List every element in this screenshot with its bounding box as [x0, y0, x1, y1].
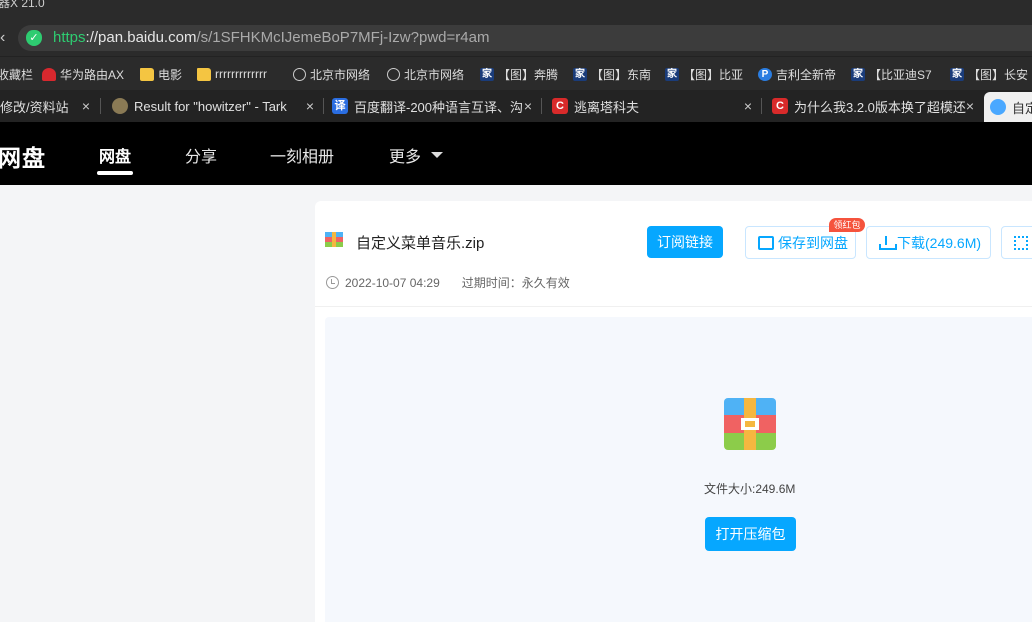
red-packet-badge: 领红包	[829, 218, 865, 232]
tab-separator	[761, 98, 762, 114]
bookmark-item-car-1[interactable]: 家【图】奔腾	[480, 65, 560, 83]
tab-close-icon[interactable]: ×	[306, 98, 314, 114]
translate-icon: 译	[332, 98, 348, 114]
download-button[interactable]: 下载(249.6M)	[866, 226, 991, 259]
home-icon: 家	[573, 67, 587, 81]
tab-baidu-translate[interactable]: 译 百度翻译-200种语言互译、沟 ×	[326, 90, 538, 122]
qr-code-button[interactable]	[1001, 226, 1032, 259]
home-icon: 家	[950, 67, 964, 81]
tab-modify-site[interactable]: 修改/资料站 ×	[0, 90, 96, 122]
subscribe-link-button[interactable]: 订阅链接	[647, 226, 723, 258]
file-name: 自定义菜单音乐.zip	[356, 235, 485, 252]
file-date: 2022-10-07 04:29	[345, 275, 440, 290]
baidu-pan-icon	[990, 99, 1006, 115]
url-field[interactable]: ✓ https://pan.baidu.com/s/1SFHKMcIJemeBo…	[18, 25, 1032, 51]
tab-strip: 修改/资料站 × Result for "howitzer" - Tark × …	[0, 90, 1032, 122]
window-title: 器X 21.0	[0, 0, 45, 10]
c-logo-icon: C	[552, 98, 568, 114]
clock-icon	[326, 276, 339, 289]
address-bar-row: ‹ ✓ https://pan.baidu.com/s/1SFHKMcIJeme…	[0, 20, 1032, 56]
nav-tab-more[interactable]: 更多	[389, 143, 421, 167]
globe-icon	[387, 67, 400, 81]
bookmark-item-folder-r[interactable]: rrrrrrrrrrrrr	[197, 65, 285, 83]
divider	[315, 306, 1032, 307]
tab-active-pan[interactable]: 自定	[984, 92, 1032, 122]
site-header: 网盘 网盘 分享 一刻相册 更多	[0, 122, 1032, 185]
secure-shield-icon[interactable]: ✓	[26, 30, 42, 46]
url-text: https://pan.baidu.com/s/1SFHKMcIJemeBoP7…	[53, 29, 490, 46]
tab-separator	[323, 98, 324, 114]
tab-close-icon[interactable]: ×	[82, 98, 90, 114]
bookmarks-bar: 收藏栏 华为路由AX 电影 rrrrrrrrrrrrr 北京市网络 北京市网络 …	[0, 56, 1032, 90]
tab-close-icon[interactable]: ×	[966, 98, 974, 114]
window-titlebar: 器X 21.0	[0, 0, 1032, 20]
globe-icon	[293, 67, 306, 81]
site-logo[interactable]: 网盘	[0, 139, 46, 173]
tab-tarkov-result[interactable]: Result for "howitzer" - Tark ×	[106, 90, 320, 122]
p-icon: P	[758, 67, 772, 81]
chevron-down-icon[interactable]	[431, 152, 443, 158]
tab-separator	[100, 98, 101, 114]
nav-button[interactable]: ‹	[0, 29, 6, 47]
folder-icon	[140, 67, 154, 81]
zip-archive-icon	[724, 398, 776, 450]
nav-tab-share[interactable]: 分享	[185, 143, 217, 167]
bookmark-item-byd-s7[interactable]: 家【比亚迪S7	[851, 65, 935, 83]
home-icon: 家	[480, 67, 494, 81]
folder-icon	[197, 67, 211, 81]
bookmark-item-car-3[interactable]: 家【图】比亚	[665, 65, 745, 83]
huawei-icon	[42, 67, 56, 81]
c-logo-icon: C	[772, 98, 788, 114]
file-size: 文件大小:249.6M	[704, 482, 796, 496]
tab-close-icon[interactable]: ×	[524, 98, 532, 114]
bookmark-item-geely[interactable]: P 吉利全新帝	[758, 65, 840, 83]
bookmark-item-huawei-router[interactable]: 华为路由AX	[42, 65, 128, 83]
expire-time: 过期时间：永久有效	[461, 276, 570, 290]
zip-file-icon	[325, 232, 343, 247]
home-icon: 家	[851, 67, 865, 81]
bookmark-item-car-2[interactable]: 家【图】东南	[573, 65, 653, 83]
nav-tab-netdisk[interactable]: 网盘	[99, 143, 131, 167]
zip-preview-panel	[325, 317, 1032, 622]
open-zip-button[interactable]: 打开压缩包	[705, 517, 796, 551]
bookmark-item-favorites[interactable]: 收藏栏	[0, 65, 33, 83]
tab-separator	[541, 98, 542, 114]
home-icon: 家	[665, 67, 679, 81]
tab-version-question[interactable]: C 为什么我3.2.0版本换了超模还 ×	[766, 90, 980, 122]
bookmark-item-changan[interactable]: 家【图】长安	[950, 65, 1032, 83]
bookmark-item-beijing-net-1[interactable]: 北京市网络	[293, 65, 375, 83]
file-meta: 2022-10-07 04:29 过期时间：永久有效	[326, 274, 570, 291]
database-icon	[112, 98, 128, 114]
nav-active-underline	[97, 171, 133, 175]
qr-code-icon	[1014, 235, 1028, 250]
bookmark-item-beijing-net-2[interactable]: 北京市网络	[387, 65, 467, 83]
nav-tab-album[interactable]: 一刻相册	[270, 143, 334, 167]
download-icon	[879, 235, 897, 250]
save-icon	[758, 235, 774, 250]
tab-escape-tarkov[interactable]: C 逃离塔科夫 ×	[546, 90, 758, 122]
tab-close-icon[interactable]: ×	[744, 98, 752, 114]
bookmark-item-movies[interactable]: 电影	[140, 65, 190, 83]
